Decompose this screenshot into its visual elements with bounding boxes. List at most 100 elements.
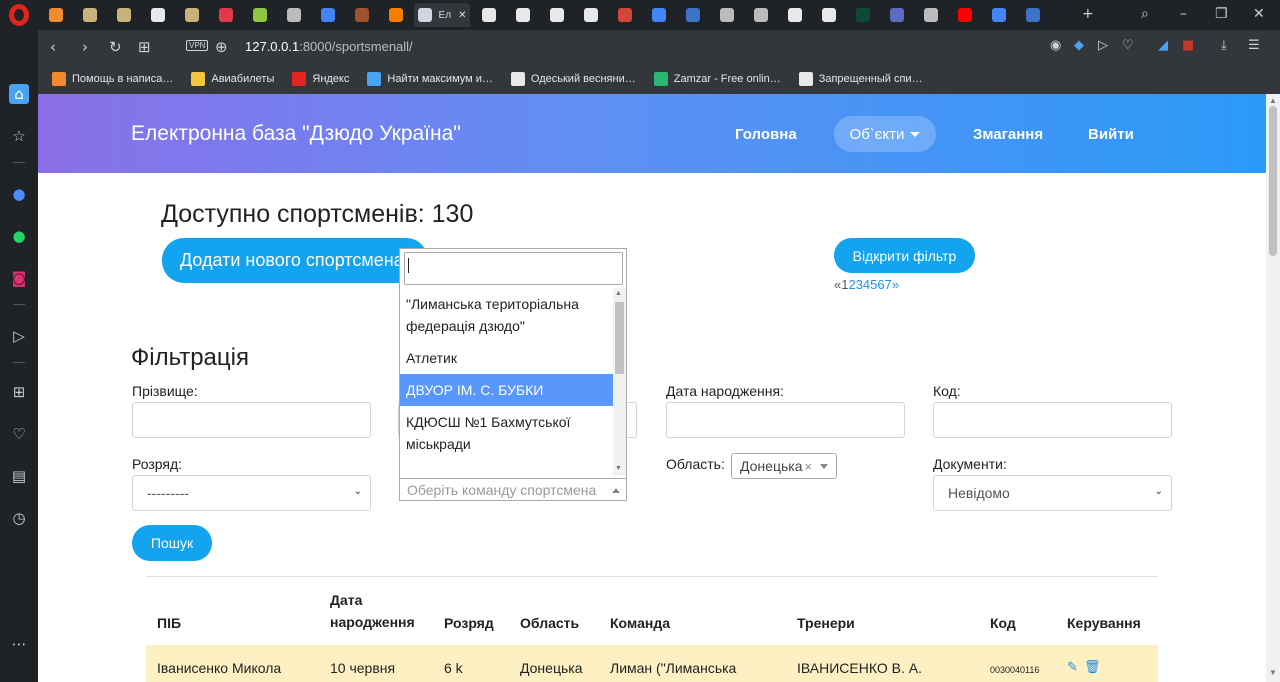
browser-tab[interactable] (881, 3, 912, 27)
send-icon[interactable]: ▷ (9, 326, 29, 346)
search-button[interactable]: Пошук (132, 525, 212, 561)
team-option[interactable]: Атлетик (400, 342, 613, 374)
dropdown-scroll-thumb[interactable] (615, 302, 624, 374)
browser-tab[interactable] (278, 3, 309, 27)
bookmark-item[interactable]: Запрещенный спи… (798, 72, 923, 86)
browser-tab[interactable] (847, 3, 878, 27)
browser-tab[interactable] (779, 3, 810, 27)
add-athlete-button[interactable]: Додати нового спортсмена (162, 238, 428, 283)
team-option[interactable]: КДЮСШ №1 Бахмутської міськради (400, 406, 613, 460)
browser-tab[interactable] (346, 3, 377, 27)
trash-icon[interactable]: 🗑 (1084, 660, 1101, 675)
bookmark-item[interactable]: Найти максимум и… (367, 72, 493, 86)
rank-select[interactable]: --------- ⌄ (132, 475, 371, 511)
menu-icon[interactable]: ☰ (1248, 38, 1260, 53)
news-icon[interactable]: ▤ (9, 466, 29, 486)
nav-objects-dropdown[interactable]: Об`єкти (834, 116, 936, 152)
speed-dial-icon[interactable]: ⊞ (138, 38, 151, 56)
browser-tab[interactable] (210, 3, 241, 27)
forward-icon[interactable]: › (82, 38, 88, 56)
team-select[interactable]: Оберіть команду спортсмена (400, 478, 626, 500)
site-brand[interactable]: Електронна база "Дзюдо Україна" (131, 122, 461, 146)
nav-home-link[interactable]: Головна (735, 126, 797, 143)
bookmark-item[interactable]: Одеський весняни… (510, 72, 636, 86)
surname-input[interactable] (132, 402, 371, 438)
minimize-icon[interactable]: – (1180, 6, 1187, 22)
browser-tab[interactable] (643, 3, 674, 27)
team-option[interactable]: "Лиманська територіальна федерація дзюдо… (400, 288, 613, 342)
browser-tab[interactable] (507, 3, 538, 27)
scroll-up-icon[interactable]: ▲ (615, 290, 622, 297)
maximize-icon[interactable]: ❐ (1215, 6, 1228, 22)
browser-tab[interactable] (915, 3, 946, 27)
scroll-down-icon[interactable]: ▼ (1269, 668, 1277, 677)
pager-pages[interactable]: 234567 (848, 277, 891, 292)
browser-tab[interactable] (142, 3, 173, 27)
scroll-up-icon[interactable]: ▲ (1269, 96, 1277, 105)
more-icon[interactable]: ⋯ (9, 634, 29, 654)
edit-icon[interactable]: ✎ (1067, 660, 1081, 675)
clear-region-icon[interactable]: × (804, 459, 812, 474)
browser-tab[interactable] (74, 3, 105, 27)
active-browser-tab[interactable]: Ел ✕ (414, 3, 470, 27)
star-icon[interactable]: ☆ (9, 126, 29, 146)
browser-tab[interactable] (244, 3, 275, 27)
history-icon[interactable]: ◷ (9, 508, 29, 528)
bookmark-item[interactable]: Zamzar - Free onlin… (653, 72, 781, 86)
browser-tab[interactable] (541, 3, 572, 27)
browser-tab[interactable] (108, 3, 139, 27)
region-select[interactable]: Донецька × (731, 453, 838, 479)
browser-tab[interactable] (983, 3, 1014, 27)
grid-icon[interactable]: ⊞ (9, 382, 29, 402)
home-icon[interactable]: ⌂ (9, 84, 29, 104)
browser-tab[interactable] (677, 3, 708, 27)
page-scrollbar[interactable]: ▲ ▼ (1266, 94, 1280, 682)
bookmark-item[interactable]: Авиабилеты (191, 72, 274, 86)
browser-tab[interactable] (813, 3, 844, 27)
close-tab-icon[interactable]: ✕ (458, 10, 466, 21)
messenger-icon[interactable]: ● (9, 184, 29, 204)
scroll-down-icon[interactable]: ▼ (615, 465, 622, 472)
camera-icon[interactable]: ◉ (1050, 38, 1061, 53)
team-search-input[interactable] (404, 252, 623, 285)
browser-tab[interactable] (312, 3, 343, 27)
page-scroll-thumb[interactable] (1269, 106, 1277, 256)
search-tabs-icon[interactable]: ⌕ (1141, 6, 1149, 22)
code-input[interactable] (933, 402, 1172, 438)
browser-tab[interactable] (473, 3, 504, 27)
reload-icon[interactable]: ↻ (109, 38, 122, 56)
heart-icon[interactable]: ♡ (1122, 38, 1134, 53)
browser-tab[interactable] (40, 3, 71, 27)
bookmark-item[interactable]: Яндекс (292, 72, 349, 86)
birth-date-input[interactable] (666, 402, 905, 438)
browser-tab[interactable] (949, 3, 980, 27)
bookmark-item[interactable]: Помощь в написа… (52, 72, 173, 86)
browser-tab[interactable] (609, 3, 640, 27)
download-icon[interactable]: ⤓ (1221, 38, 1227, 53)
heart-icon[interactable]: ♡ (9, 424, 29, 444)
nav-competitions-link[interactable]: Змагання (973, 126, 1043, 143)
new-tab-icon[interactable]: + (1082, 6, 1094, 22)
pager-next[interactable]: » (892, 277, 899, 292)
whatsapp-icon[interactable]: ● (9, 226, 29, 246)
shield-icon[interactable]: ◆ (1074, 38, 1084, 53)
vpn-badge[interactable]: VPN (186, 40, 209, 51)
browser-tab[interactable] (380, 3, 411, 27)
opera-logo-icon[interactable] (9, 4, 29, 26)
nav-logout-link[interactable]: Вийти (1088, 126, 1134, 143)
browser-tab[interactable] (745, 3, 776, 27)
url-field[interactable]: 127.0.0.1:8000/sportsmenall/ (245, 39, 413, 54)
extension-icon[interactable]: ◢ (1158, 38, 1168, 53)
browser-tab[interactable] (1017, 3, 1048, 27)
open-filter-button[interactable]: Відкрити фільтр (834, 238, 975, 273)
close-window-icon[interactable]: ✕ (1253, 6, 1265, 22)
send-icon[interactable]: ▷ (1098, 38, 1108, 53)
cube-icon[interactable]: ■ (1182, 38, 1194, 53)
browser-tab[interactable] (575, 3, 606, 27)
back-icon[interactable]: ‹ (50, 38, 56, 56)
browser-tab[interactable] (176, 3, 207, 27)
dropdown-scrollbar[interactable]: ▲ ▼ (613, 288, 626, 476)
documents-select[interactable]: Невідомо ⌄ (933, 475, 1172, 511)
browser-tab[interactable] (711, 3, 742, 27)
instagram-icon[interactable]: ◙ (9, 268, 29, 288)
